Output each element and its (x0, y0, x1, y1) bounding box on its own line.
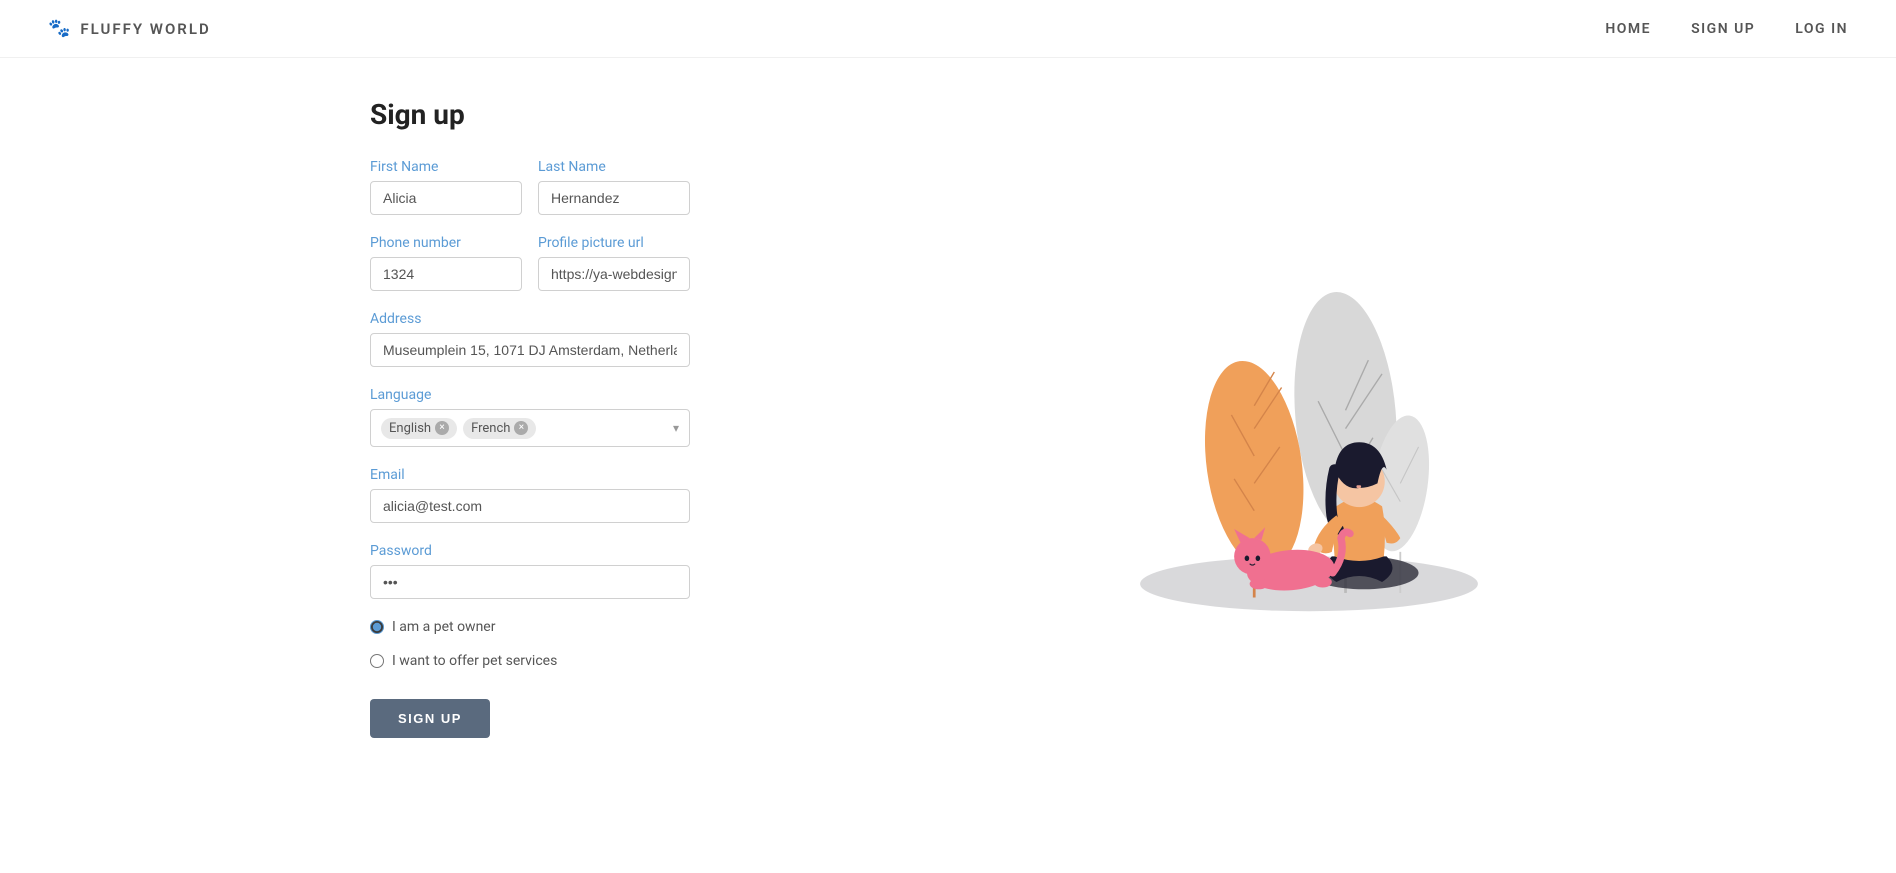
signup-form: Sign up First Name Last Name Phone numbe… (370, 98, 690, 738)
email-label: Email (370, 467, 690, 483)
profile-url-input[interactable] (538, 257, 690, 291)
language-tag-french: French × (463, 418, 536, 439)
illustration-svg (1099, 246, 1519, 629)
phone-label: Phone number (370, 235, 522, 251)
language-group: Language English × French × ▾ (370, 387, 690, 447)
nav-home[interactable]: HOME (1605, 21, 1651, 37)
profile-url-label: Profile picture url (538, 235, 690, 251)
english-tag-label: English (389, 421, 431, 436)
name-row: First Name Last Name (370, 159, 690, 215)
first-name-input[interactable] (370, 181, 522, 215)
french-tag-remove[interactable]: × (514, 421, 528, 435)
illustration-section (770, 98, 1848, 738)
profile-url-group: Profile picture url (538, 235, 690, 291)
nav-signup[interactable]: SIGN UP (1691, 21, 1755, 37)
language-label: Language (370, 387, 690, 403)
radio-offer-services-label: I want to offer pet services (392, 653, 557, 669)
address-label: Address (370, 311, 690, 327)
phone-url-row: Phone number Profile picture url (370, 235, 690, 291)
password-input[interactable] (370, 565, 690, 599)
nav-login[interactable]: LOG IN (1795, 21, 1848, 37)
language-tag-english: English × (381, 418, 457, 439)
email-input[interactable] (370, 489, 690, 523)
phone-group: Phone number (370, 235, 522, 291)
radio-pet-owner-input[interactable] (370, 620, 384, 634)
last-name-group: Last Name (538, 159, 690, 215)
page-content: Sign up First Name Last Name Phone numbe… (0, 58, 1896, 778)
first-name-group: First Name (370, 159, 522, 215)
english-tag-remove[interactable]: × (435, 421, 449, 435)
password-label: Password (370, 543, 690, 559)
address-input[interactable] (370, 333, 690, 367)
brand-logo: 🐾 FLUFFY WORLD (48, 18, 211, 39)
password-group: Password (370, 543, 690, 599)
radio-offer-services-input[interactable] (370, 654, 384, 668)
radio-pet-owner[interactable]: I am a pet owner (370, 619, 690, 635)
language-select[interactable]: English × French × ▾ (370, 409, 690, 447)
last-name-input[interactable] (538, 181, 690, 215)
email-group: Email (370, 467, 690, 523)
paw-icon: 🐾 (48, 18, 72, 39)
radio-offer-services[interactable]: I want to offer pet services (370, 653, 690, 669)
address-group: Address (370, 311, 690, 367)
last-name-label: Last Name (538, 159, 690, 175)
french-tag-label: French (471, 421, 510, 436)
brand-name: FLUFFY WORLD (80, 20, 210, 38)
navbar: 🐾 FLUFFY WORLD HOME SIGN UP LOG IN (0, 0, 1896, 58)
nav-links: HOME SIGN UP LOG IN (1605, 21, 1848, 37)
signup-button[interactable]: SIGN UP (370, 699, 490, 738)
radio-pet-owner-label: I am a pet owner (392, 619, 495, 635)
first-name-label: First Name (370, 159, 522, 175)
phone-input[interactable] (370, 257, 522, 291)
role-radio-group: I am a pet owner I want to offer pet ser… (370, 619, 690, 675)
page-title: Sign up (370, 98, 690, 131)
language-dropdown-arrow[interactable]: ▾ (673, 421, 679, 435)
